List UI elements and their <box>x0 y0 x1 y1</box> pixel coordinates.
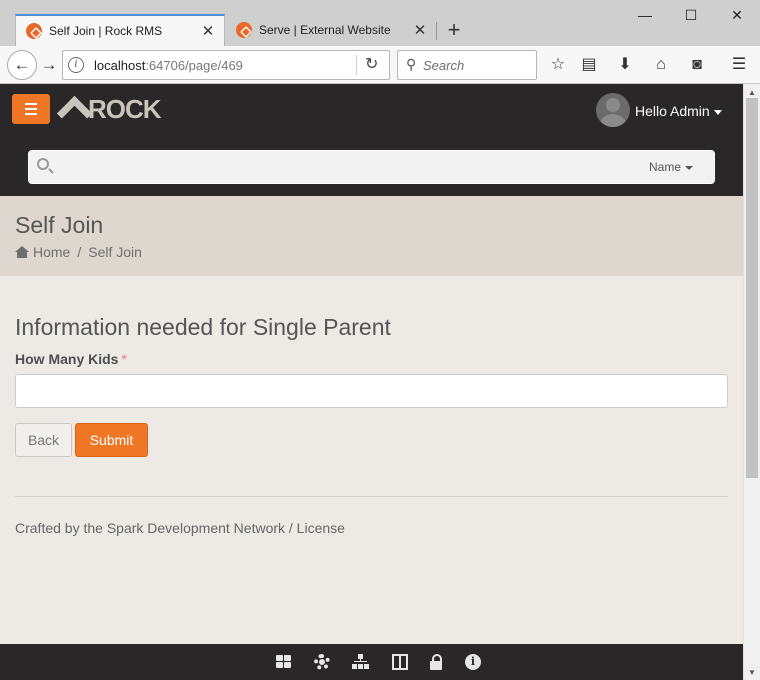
caret-down-icon <box>713 109 722 115</box>
maximize-button[interactable]: ☐ <box>668 4 714 26</box>
submit-button[interactable]: Submit <box>75 423 148 457</box>
site-search-input[interactable] <box>59 157 639 177</box>
home-icon <box>15 246 29 258</box>
breadcrumb-current[interactable]: Self Join <box>88 244 142 260</box>
rock-favicon-icon <box>26 23 42 39</box>
blocks-icon[interactable] <box>276 654 292 670</box>
rock-favicon-icon <box>236 22 252 38</box>
caret-down-icon <box>685 165 694 170</box>
admin-toolbar: i <box>0 644 743 680</box>
site-search[interactable]: Name <box>28 150 715 184</box>
search-filter-dropdown[interactable]: Name <box>649 160 694 174</box>
tab-label: Self Join | Rock RMS <box>49 24 163 38</box>
pocket-icon[interactable]: ◙ <box>686 55 708 77</box>
scroll-up-icon[interactable]: ▲ <box>748 88 756 97</box>
tab-serve[interactable]: Serve | External Website ✕ <box>226 14 436 46</box>
main-content: Information needed for Single Parent How… <box>0 276 743 644</box>
bookmark-star-icon[interactable]: ☆ <box>547 55 569 77</box>
reload-icon[interactable]: ↻ <box>365 54 378 74</box>
hamburger-menu-icon[interactable]: ☰ <box>728 55 750 77</box>
avatar[interactable] <box>596 93 630 127</box>
rock-logo[interactable]: ROCK <box>58 92 162 126</box>
main-menu-button[interactable] <box>12 94 50 124</box>
form-heading: Information needed for Single Parent <box>15 314 391 340</box>
new-tab-button[interactable]: + <box>444 17 464 43</box>
back-button[interactable]: Back <box>15 423 72 457</box>
browser-titlebar: Self Join | Rock RMS ✕ Serve | External … <box>0 0 760 46</box>
site-header: ROCK Hello Admin Name <box>0 84 743 196</box>
divider <box>15 496 728 497</box>
back-arrow-icon[interactable]: ← <box>7 50 37 80</box>
close-icon[interactable]: ✕ <box>198 22 218 40</box>
page-header: Self Join Home / Self Join <box>0 196 743 276</box>
gear-icon[interactable] <box>314 654 330 670</box>
tab-divider <box>436 22 437 40</box>
forward-arrow-icon[interactable]: → <box>39 54 59 76</box>
search-icon <box>37 158 49 170</box>
tab-label: Serve | External Website <box>259 23 391 37</box>
how-many-kids-input[interactable] <box>15 374 728 408</box>
scrollbar[interactable]: ▲ ▼ <box>743 84 760 680</box>
zone-icon[interactable] <box>392 654 408 670</box>
browser-search-input[interactable] <box>423 56 528 74</box>
user-greeting: Hello Admin <box>635 103 710 119</box>
search-icon: ⚲ <box>406 56 417 72</box>
lock-icon[interactable] <box>429 654 445 670</box>
breadcrumb-separator: / <box>77 244 82 260</box>
tab-self-join[interactable]: Self Join | Rock RMS ✕ <box>15 14 225 46</box>
url-divider <box>356 55 357 75</box>
url-text[interactable]: localhost:64706/page/469 <box>94 58 243 73</box>
breadcrumb-home[interactable]: Home <box>33 244 70 260</box>
info-icon[interactable]: i <box>465 654 481 670</box>
info-icon[interactable]: i <box>68 57 84 73</box>
reading-list-icon[interactable]: ▤ <box>578 55 600 77</box>
page-title: Self Join <box>15 212 104 238</box>
sitemap-icon[interactable] <box>352 654 369 670</box>
close-icon[interactable]: ✕ <box>410 21 430 39</box>
scroll-thumb[interactable] <box>746 98 758 478</box>
home-icon[interactable]: ⌂ <box>650 55 672 77</box>
breadcrumb: Home / Self Join <box>15 244 142 260</box>
download-icon[interactable]: ⬇ <box>614 55 636 77</box>
browser-search-box[interactable]: ⚲ <box>397 50 537 80</box>
logo-text: ROCK <box>88 93 162 124</box>
rock-chevron-icon <box>58 94 88 124</box>
scroll-down-icon[interactable]: ▼ <box>748 668 756 677</box>
minimize-button[interactable]: — <box>622 4 668 26</box>
field-label: How Many Kids * <box>15 351 127 367</box>
footer-text: Crafted by the Spark Development Network… <box>15 520 345 536</box>
user-menu[interactable]: Hello Admin <box>635 103 722 119</box>
close-window-button[interactable]: ✕ <box>714 4 760 26</box>
url-bar[interactable]: i localhost:64706/page/469 ↻ <box>62 50 390 80</box>
required-marker: * <box>121 351 127 367</box>
browser-navbar: ← → i localhost:64706/page/469 ↻ ⚲ ☆ ▤ ⬇… <box>0 46 760 84</box>
